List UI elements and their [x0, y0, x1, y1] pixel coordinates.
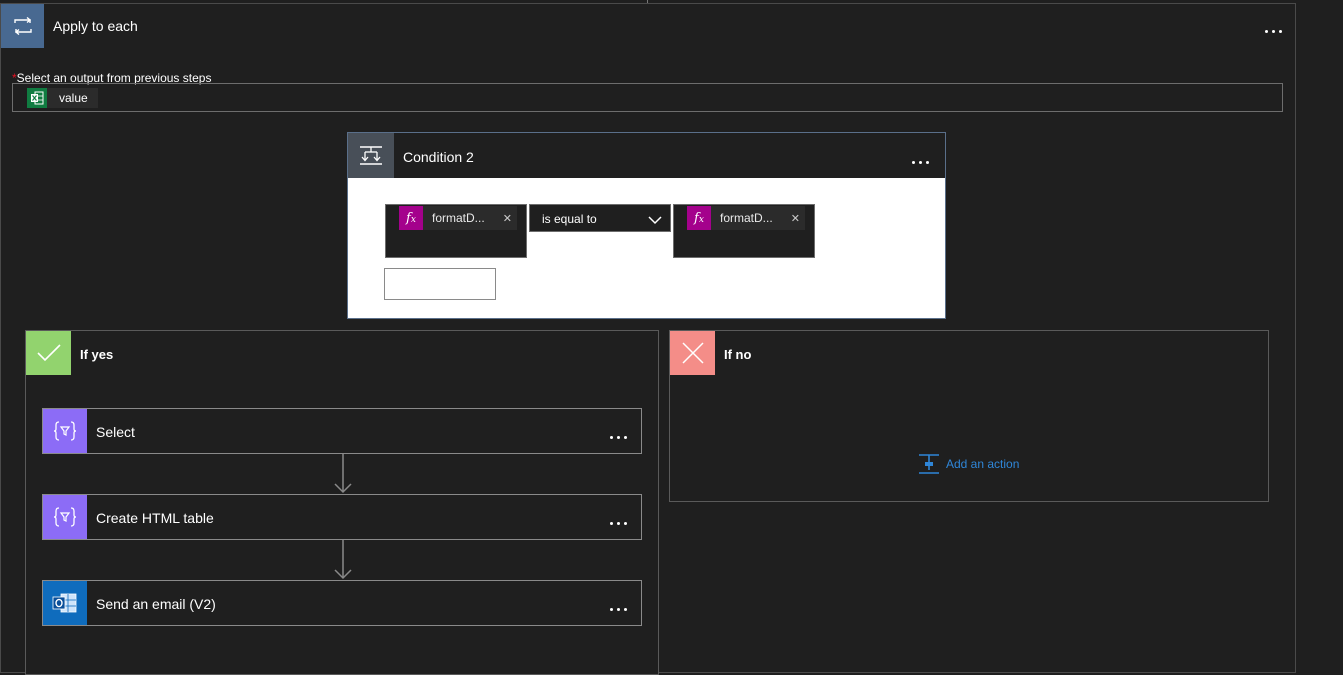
apply-to-each-title[interactable]: Apply to each: [53, 18, 138, 34]
create-html-table-action-title: Create HTML table: [96, 510, 214, 526]
function-icon: fx: [687, 206, 711, 230]
condition-card: Condition 2 fx formatD... ✕ is equal to …: [347, 132, 946, 319]
operator-value: is equal to: [542, 212, 597, 226]
create-html-table-action-card[interactable]: Create HTML table: [42, 494, 642, 540]
check-icon: [26, 331, 71, 375]
condition-icon: [348, 133, 394, 178]
data-operation-icon: [43, 495, 87, 539]
if-yes-title: If yes: [80, 347, 114, 362]
if-no-title: If no: [724, 347, 752, 362]
add-row-button[interactable]: [384, 268, 496, 300]
if-yes-branch: If yes Select Create HTML table Send an …: [25, 330, 659, 675]
apply-to-each-more-options-icon[interactable]: [1263, 24, 1284, 34]
condition-title: Condition 2: [403, 149, 474, 165]
if-no-branch: If no Add an action: [669, 330, 1269, 502]
outlook-icon: [43, 581, 87, 625]
condition-header[interactable]: Condition 2: [348, 133, 945, 178]
select-action-card[interactable]: Select: [42, 408, 642, 454]
operator-dropdown[interactable]: is equal to: [529, 204, 671, 232]
loop-icon: [1, 4, 44, 48]
send-email-action-card[interactable]: Send an email (V2): [42, 580, 642, 626]
right-expression-label: formatD...: [720, 211, 773, 225]
condition-left-operand[interactable]: fx formatD... ✕: [385, 204, 527, 258]
left-expression-label: formatD...: [432, 211, 485, 225]
output-input-field[interactable]: value: [12, 83, 1283, 112]
close-icon: [670, 331, 715, 375]
remove-token-icon[interactable]: ✕: [791, 212, 800, 225]
add-action-icon: [919, 454, 939, 474]
data-operation-icon: [43, 409, 87, 453]
value-token-label: value: [59, 91, 88, 105]
create-html-table-more-options-icon[interactable]: [608, 516, 629, 526]
connector-arrow-icon: [333, 454, 353, 494]
condition-more-options-icon[interactable]: [910, 155, 931, 165]
add-action-button[interactable]: Add an action: [918, 453, 1019, 475]
connector-arrow-icon: [333, 540, 353, 580]
add-action-label: Add an action: [946, 457, 1020, 471]
right-expression-token[interactable]: fx formatD... ✕: [687, 206, 805, 230]
condition-right-operand[interactable]: fx formatD... ✕: [673, 204, 815, 258]
excel-icon: [27, 88, 47, 108]
function-icon: fx: [399, 206, 423, 230]
send-email-action-title: Send an email (V2): [96, 596, 216, 612]
chevron-down-icon: [648, 212, 662, 230]
value-token[interactable]: value: [27, 88, 98, 108]
select-more-options-icon[interactable]: [608, 430, 629, 440]
send-email-more-options-icon[interactable]: [608, 602, 629, 612]
select-action-title: Select: [96, 424, 135, 440]
left-expression-token[interactable]: fx formatD... ✕: [399, 206, 517, 230]
remove-token-icon[interactable]: ✕: [503, 212, 512, 225]
